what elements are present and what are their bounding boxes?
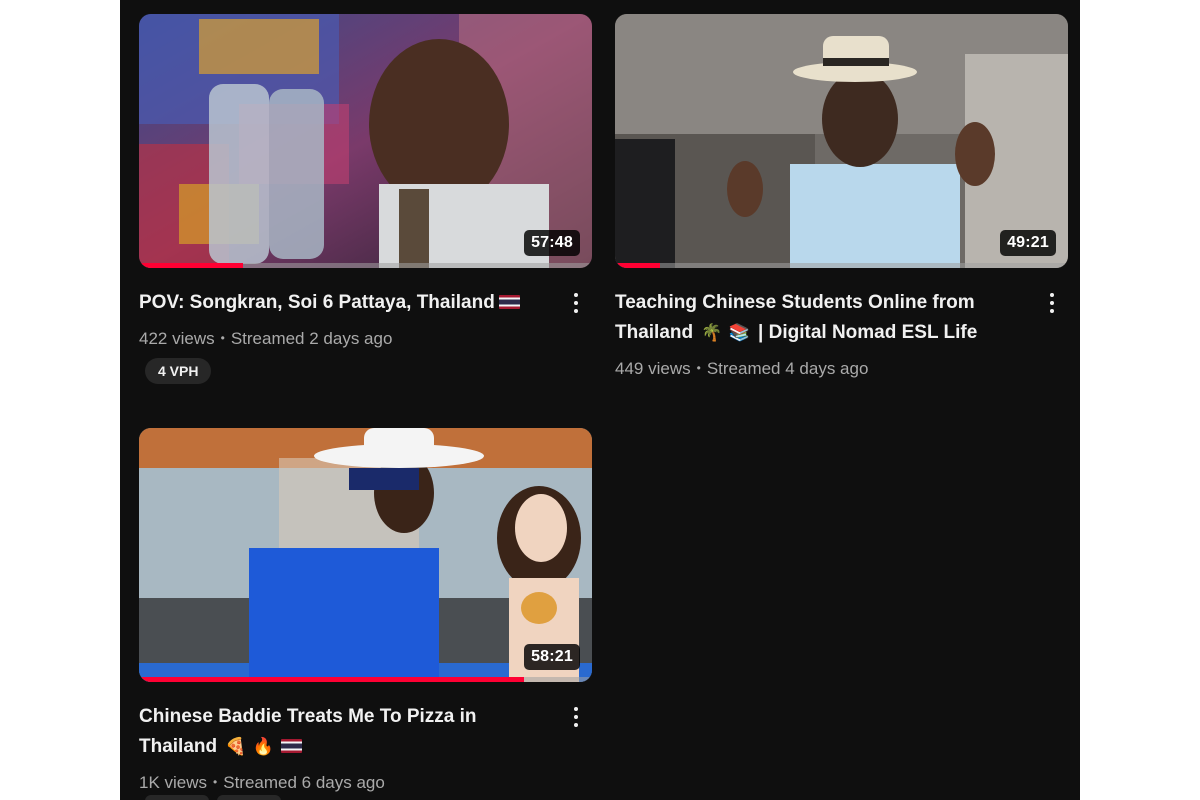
video-stats: 449 views • Streamed 4 days ago [615, 357, 1022, 380]
video-grid: 57:48 POV: Songkran, Soi 6 Pattaya, Thai… [120, 0, 1080, 800]
more-options-icon[interactable] [564, 702, 588, 732]
separator-dot: • [213, 775, 218, 789]
view-count: 422 views [139, 329, 215, 348]
view-count: 449 views [615, 359, 691, 378]
video-title[interactable]: POV: Songkran, Soi 6 Pattaya, Thailand [139, 288, 546, 318]
flag-thailand-icon [280, 739, 302, 753]
video-title[interactable]: Chinese Baddie Treats Me To Pizza in Tha… [139, 702, 546, 762]
video-title[interactable]: Teaching Chinese Students Online from Th… [615, 288, 1022, 348]
watch-progress-bar [139, 263, 592, 268]
page-frame: 57:48 POV: Songkran, Soi 6 Pattaya, Thai… [0, 0, 1200, 800]
video-card[interactable]: 58:21 Chinese Baddie Treats Me To Pizza … [139, 428, 592, 794]
video-title-line-2: Thailand [139, 736, 218, 757]
video-details: Teaching Chinese Students Online from Th… [615, 288, 1068, 380]
watch-progress-bar [139, 677, 592, 682]
vph-badge: 4 VPH [145, 358, 212, 384]
partial-badges [145, 794, 289, 800]
pizza-icon: 🍕 [225, 737, 247, 756]
fire-icon: 🔥 [252, 737, 274, 756]
video-duration: 57:48 [524, 230, 580, 256]
thumbnail-image [615, 14, 1068, 268]
watch-progress-bar [615, 263, 1068, 268]
video-thumbnail[interactable]: 58:21 [139, 428, 592, 682]
video-details: POV: Songkran, Soi 6 Pattaya, Thailand 4… [139, 288, 592, 384]
stream-date: Streamed 6 days ago [223, 773, 385, 792]
video-card[interactable]: 57:48 POV: Songkran, Soi 6 Pattaya, Thai… [139, 14, 592, 384]
video-duration: 49:21 [1000, 230, 1056, 256]
video-title-line-1: Chinese Baddie Treats Me To Pizza in [139, 706, 477, 727]
watch-progress-fill [139, 677, 525, 682]
stream-date: Streamed 4 days ago [706, 359, 869, 378]
video-thumbnail[interactable]: 49:21 [615, 14, 1068, 268]
stream-date: Streamed 2 days ago [230, 329, 393, 348]
separator-dot: • [696, 361, 701, 375]
view-count: 1K views [139, 773, 208, 792]
more-options-icon[interactable] [564, 288, 588, 318]
video-title-line-2: | Digital Nomad ESL Life [758, 322, 978, 343]
books-icon: 📚 [728, 323, 750, 342]
video-title-line-2-prefix: Thailand [615, 322, 694, 343]
more-options-icon[interactable] [1040, 288, 1064, 318]
palm-tree-icon: 🌴 [701, 323, 723, 342]
video-thumbnail[interactable]: 57:48 [139, 14, 592, 268]
video-duration: 58:21 [524, 644, 580, 670]
watch-progress-fill [139, 263, 244, 268]
video-details: Chinese Baddie Treats Me To Pizza in Tha… [139, 702, 592, 794]
video-stats: 422 views • Streamed 2 days ago [139, 327, 546, 350]
video-card[interactable]: 49:21 Teaching Chinese Students Online f… [615, 14, 1068, 380]
video-title-text: POV: Songkran, Soi 6 Pattaya, Thailand [139, 292, 495, 313]
thumbnail-image [139, 14, 592, 268]
flag-thailand-icon [498, 295, 520, 309]
video-stats: 1K views • Streamed 6 days ago [139, 771, 546, 794]
watch-progress-fill [615, 263, 661, 268]
thumbnail-image [139, 428, 592, 682]
separator-dot: • [220, 331, 225, 345]
video-title-line-1: Teaching Chinese Students Online from [615, 292, 975, 313]
